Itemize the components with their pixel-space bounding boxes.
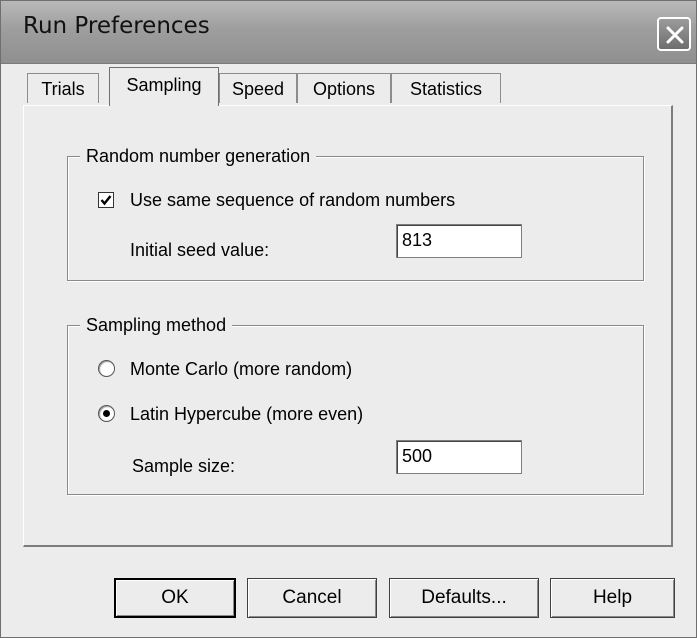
sampling-tab-panel: Random number generation Use same sequen… [23, 105, 673, 547]
sampling-method-group: Sampling method Monte Carlo (more random… [67, 314, 644, 495]
monte-carlo-label[interactable]: Monte Carlo (more random) [130, 358, 352, 380]
tab-label: Trials [41, 79, 85, 99]
same-sequence-label[interactable]: Use same sequence of random numbers [130, 189, 455, 211]
run-preferences-dialog: Run Preferences Trials Sampling Speed Op… [0, 0, 697, 638]
seed-input[interactable]: 813 [396, 224, 522, 258]
dialog-title: Run Preferences [23, 13, 210, 39]
help-button[interactable]: Help [550, 578, 675, 618]
tab-label: Speed [231, 79, 285, 99]
tab-label: Options [312, 79, 376, 99]
tab-label: Sampling [126, 75, 202, 95]
latin-hypercube-label[interactable]: Latin Hypercube (more even) [130, 403, 363, 425]
seed-label: Initial seed value: [130, 240, 270, 260]
ok-button[interactable]: OK [114, 578, 236, 618]
tab-statistics[interactable]: Statistics [391, 73, 501, 103]
cancel-button[interactable]: Cancel [247, 578, 377, 618]
radio-selected-dot [103, 410, 110, 417]
sample-size-input[interactable]: 500 [396, 440, 522, 474]
same-sequence-checkbox[interactable] [98, 192, 114, 208]
defaults-button[interactable]: Defaults... [389, 578, 539, 618]
sample-size-label: Sample size: [132, 456, 236, 476]
latin-hypercube-radio[interactable] [98, 405, 115, 422]
title-bar[interactable]: Run Preferences [1, 1, 696, 64]
tab-trials[interactable]: Trials [27, 73, 99, 103]
random-number-group: Random number generation Use same sequen… [67, 145, 644, 281]
tab-label: Statistics [409, 79, 483, 99]
close-button[interactable] [657, 17, 691, 51]
group-title-random: Random number generation [80, 145, 317, 167]
tab-options[interactable]: Options [297, 73, 391, 103]
tab-speed[interactable]: Speed [219, 73, 297, 103]
monte-carlo-radio[interactable] [98, 360, 115, 377]
tab-sampling[interactable]: Sampling [109, 67, 219, 106]
group-title-sampling: Sampling method [80, 314, 233, 336]
